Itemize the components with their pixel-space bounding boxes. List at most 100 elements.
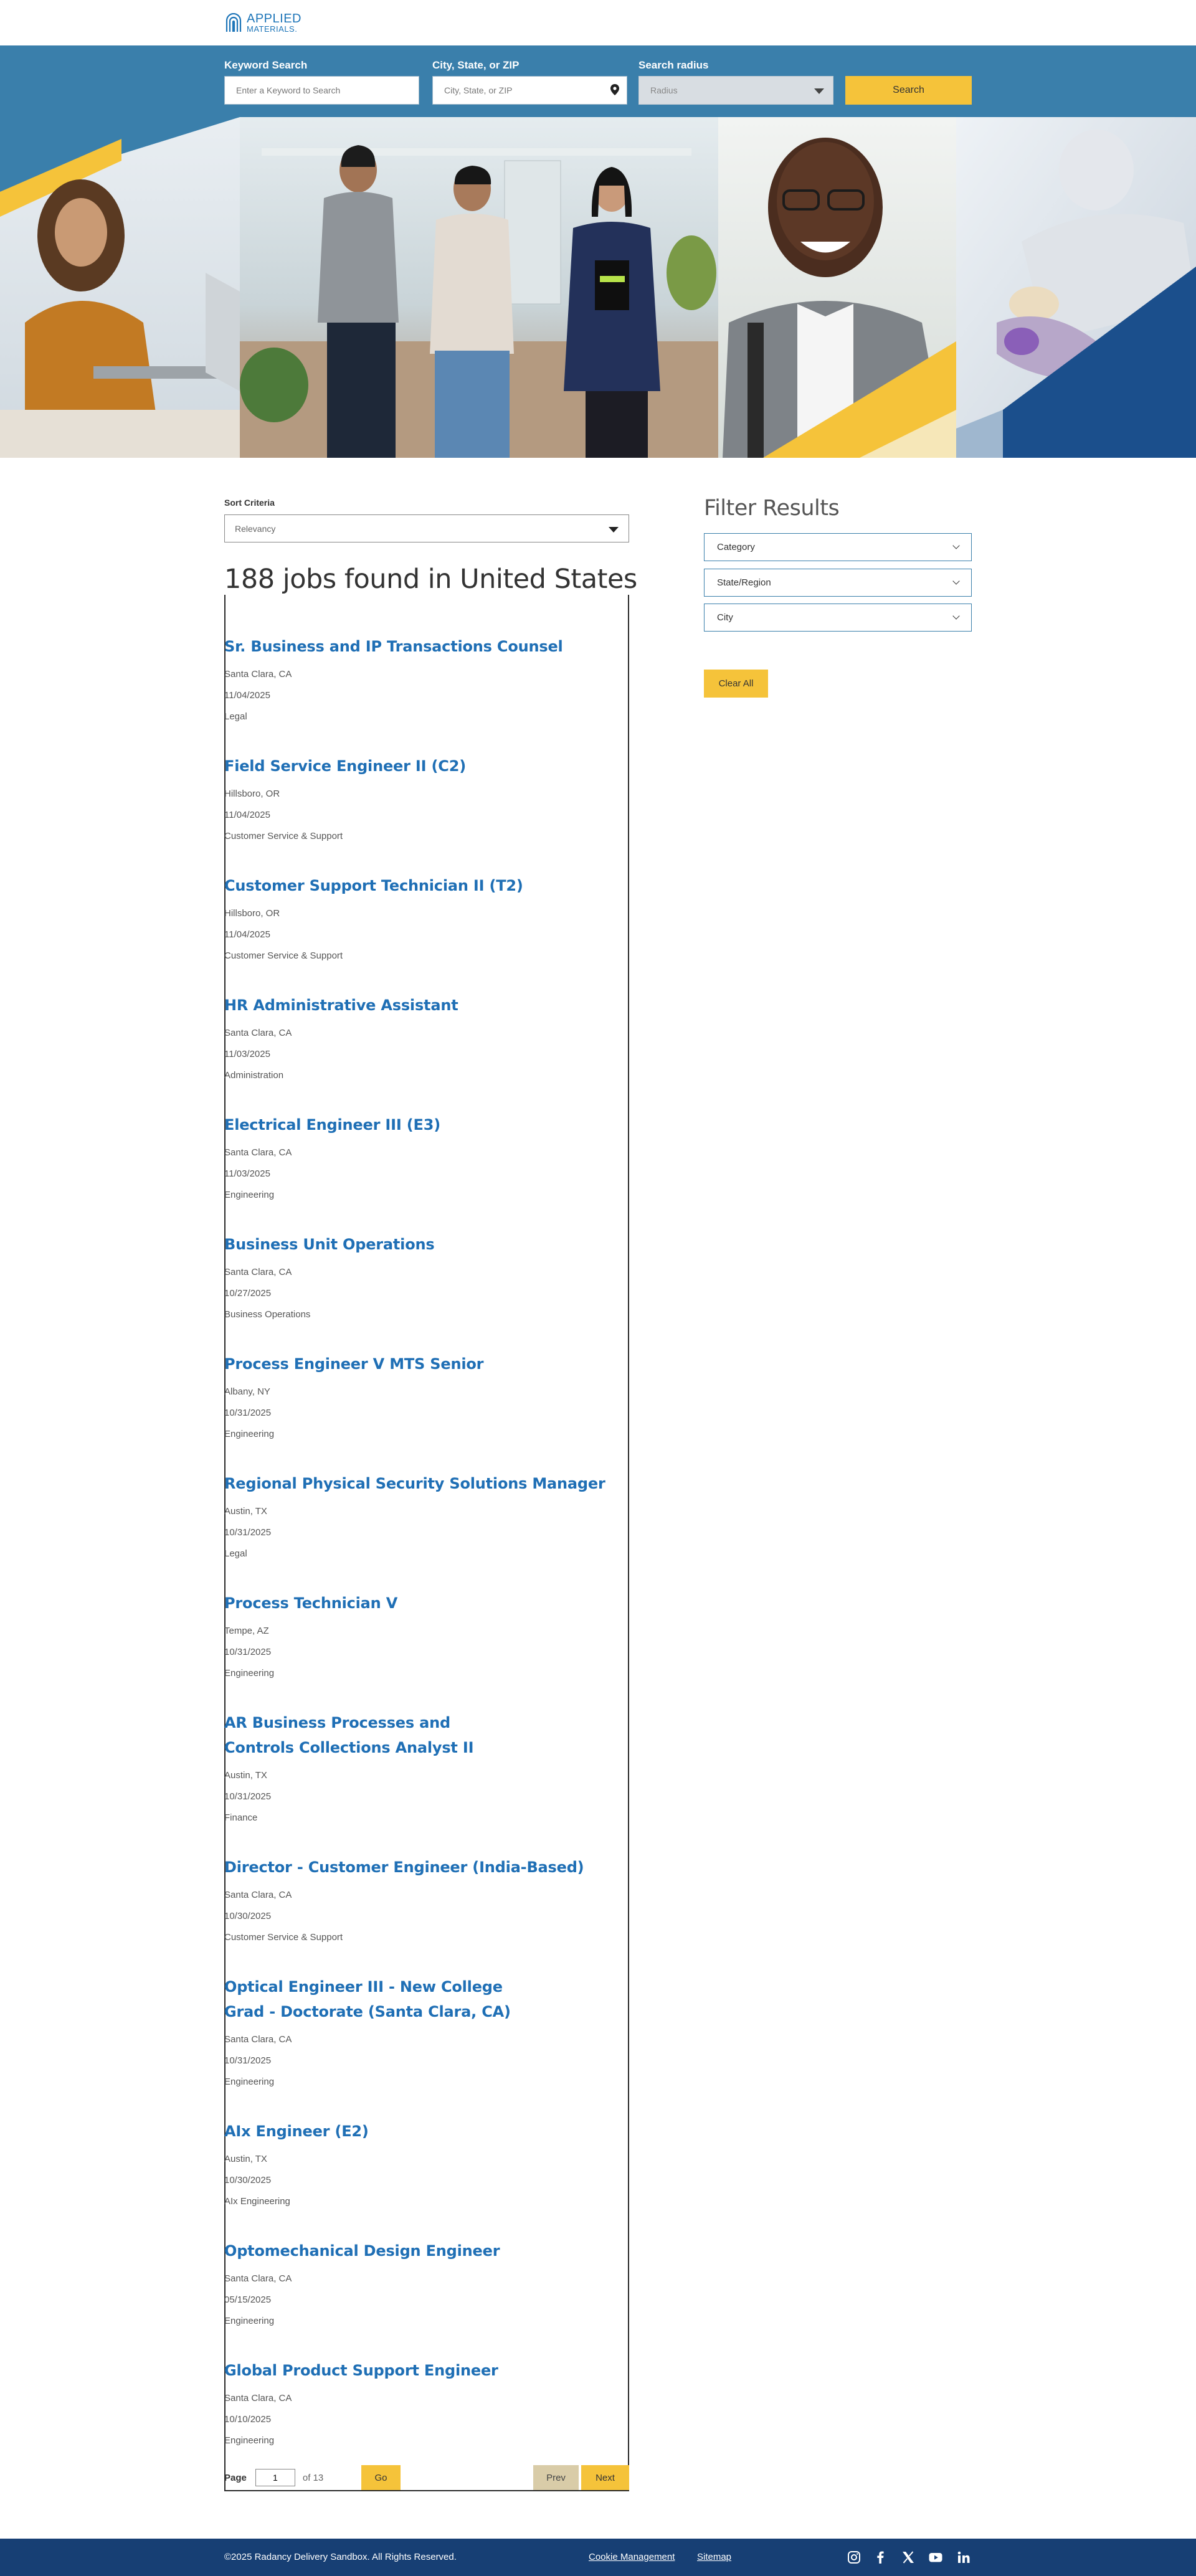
job-date: 10/31/2025 bbox=[224, 1408, 272, 1418]
city-filter-label: City bbox=[717, 612, 733, 623]
job-title-link[interactable]: Director - Customer Engineer (India-Base… bbox=[224, 1855, 623, 1880]
page-count-text: of 13 bbox=[302, 2472, 324, 2483]
clear-all-button[interactable]: Clear All bbox=[704, 670, 768, 698]
results-count-heading: 188 jobs found in United States bbox=[224, 564, 646, 595]
state-region-filter[interactable]: State/Region bbox=[704, 569, 972, 597]
job-category: Engineering bbox=[224, 1668, 275, 1679]
job-location: Santa Clara, CA bbox=[224, 669, 292, 680]
job-title-link[interactable]: Electrical Engineer III (E3) bbox=[224, 1112, 623, 1137]
city-filter[interactable]: City bbox=[704, 604, 972, 632]
job-title-link[interactable]: Regional Physical Security Solutions Man… bbox=[224, 1471, 623, 1496]
job-location: Hillsboro, OR bbox=[224, 788, 280, 799]
job-date: 10/10/2025 bbox=[224, 2414, 272, 2425]
sort-criteria-label: Sort Criteria bbox=[224, 498, 275, 508]
chevron-down-icon bbox=[952, 577, 960, 585]
cookie-management-link[interactable]: Cookie Management bbox=[589, 2552, 675, 2562]
job-location: Santa Clara, CA bbox=[224, 1267, 292, 1277]
logo-line1: APPLIED bbox=[247, 12, 301, 26]
job-date: 10/31/2025 bbox=[224, 2055, 272, 2066]
job-location: Santa Clara, CA bbox=[224, 2034, 292, 2045]
copyright-text: ©2025 Radancy Delivery Sandbox. All Righ… bbox=[224, 2552, 457, 2562]
search-button[interactable]: Search bbox=[845, 76, 972, 105]
next-page-button[interactable]: Next bbox=[581, 2465, 629, 2490]
job-category: Customer Service & Support bbox=[224, 831, 343, 841]
page-label: Page bbox=[224, 2472, 247, 2483]
job-list-item: AR Business Processes and Controls Colle… bbox=[224, 1710, 623, 1829]
job-category: Engineering bbox=[224, 2435, 275, 2446]
job-title-line: Optical Engineer III - New College bbox=[224, 1978, 503, 1996]
job-title-link[interactable]: AIx Engineer (E2) bbox=[224, 2119, 623, 2144]
job-date: 11/04/2025 bbox=[224, 929, 270, 940]
job-date: 11/04/2025 bbox=[224, 690, 270, 701]
job-date: 05/15/2025 bbox=[224, 2294, 272, 2305]
job-date: 10/30/2025 bbox=[224, 2175, 272, 2185]
go-button[interactable]: Go bbox=[361, 2465, 401, 2490]
location-pin-icon[interactable] bbox=[610, 84, 619, 95]
site-footer: ©2025 Radancy Delivery Sandbox. All Righ… bbox=[0, 2539, 1196, 2576]
job-category: Engineering bbox=[224, 2076, 275, 2087]
job-location: Santa Clara, CA bbox=[224, 2393, 292, 2403]
job-location: Santa Clara, CA bbox=[224, 1028, 292, 1038]
sort-criteria-select[interactable]: Relevancy bbox=[224, 514, 629, 542]
site-header: APPLIED MATERIALS. bbox=[0, 0, 1196, 45]
hero-banner bbox=[0, 117, 1196, 458]
location-input[interactable] bbox=[432, 76, 627, 105]
job-location: Santa Clara, CA bbox=[224, 1147, 292, 1158]
job-search-bar: Keyword Search City, State, or ZIP Searc… bbox=[0, 45, 1196, 117]
job-location: Santa Clara, CA bbox=[224, 2273, 292, 2284]
chevron-down-icon bbox=[952, 612, 960, 620]
job-title-link[interactable]: Business Unit Operations bbox=[224, 1232, 623, 1257]
job-list-item: Process Technician V Tempe, AZ 10/31/202… bbox=[224, 1591, 623, 1684]
job-title-link[interactable]: Optical Engineer III - New College Grad … bbox=[224, 1974, 623, 2024]
job-category: Engineering bbox=[224, 1190, 275, 1200]
linkedin-icon[interactable] bbox=[956, 2550, 971, 2565]
job-list-item: AIx Engineer (E2) Austin, TX 10/30/2025 … bbox=[224, 2119, 623, 2212]
logo-text: APPLIED MATERIALS. bbox=[247, 12, 301, 33]
job-title-link[interactable]: Global Product Support Engineer bbox=[224, 2358, 623, 2383]
job-list-item: HR Administrative Assistant Santa Clara,… bbox=[224, 993, 623, 1086]
job-date: 10/31/2025 bbox=[224, 1527, 272, 1538]
applied-materials-logo[interactable]: APPLIED MATERIALS. bbox=[224, 12, 301, 33]
job-list-item: Global Product Support Engineer Santa Cl… bbox=[224, 2358, 623, 2451]
job-category: Legal bbox=[224, 1548, 247, 1559]
job-title-link[interactable]: AR Business Processes and Controls Colle… bbox=[224, 1710, 623, 1760]
job-location: Albany, NY bbox=[224, 1386, 270, 1397]
job-category: Engineering bbox=[224, 1429, 275, 1439]
job-list-item: Process Engineer V MTS Senior Albany, NY… bbox=[224, 1352, 623, 1445]
job-location: Tempe, AZ bbox=[224, 1626, 269, 1636]
search-radius-select[interactable]: Radius bbox=[638, 76, 833, 105]
job-category: AIx Engineering bbox=[224, 2196, 290, 2207]
sitemap-link[interactable]: Sitemap bbox=[697, 2552, 731, 2562]
job-location: Austin, TX bbox=[224, 1506, 267, 1517]
search-radius-value: Radius bbox=[650, 85, 678, 95]
job-date: 10/30/2025 bbox=[224, 1911, 272, 1921]
category-filter-label: Category bbox=[717, 542, 755, 552]
job-title-link[interactable]: Process Engineer V MTS Senior bbox=[224, 1352, 623, 1376]
pagination: Page of 13 Go Prev Next bbox=[224, 2465, 629, 2490]
job-location: Austin, TX bbox=[224, 1770, 267, 1781]
page-number-input[interactable] bbox=[255, 2469, 295, 2486]
job-list-item: Regional Physical Security Solutions Man… bbox=[224, 1471, 623, 1565]
job-title-link[interactable]: Sr. Business and IP Transactions Counsel bbox=[224, 634, 623, 659]
job-title-link[interactable]: HR Administrative Assistant bbox=[224, 993, 623, 1018]
job-title-link[interactable]: Field Service Engineer II (C2) bbox=[224, 754, 623, 779]
keyword-search-input[interactable] bbox=[224, 76, 419, 105]
job-title-link[interactable]: Customer Support Technician II (T2) bbox=[224, 873, 623, 898]
logo-icon bbox=[224, 12, 243, 33]
location-label: City, State, or ZIP bbox=[432, 59, 520, 71]
job-date: 11/03/2025 bbox=[224, 1168, 270, 1179]
instagram-icon[interactable] bbox=[847, 2550, 861, 2565]
job-category: Legal bbox=[224, 711, 247, 722]
keyword-search-label: Keyword Search bbox=[224, 59, 308, 71]
job-list-item: Optical Engineer III - New College Grad … bbox=[224, 1974, 623, 2093]
job-title-link[interactable]: Process Technician V bbox=[224, 1591, 623, 1616]
category-filter[interactable]: Category bbox=[704, 533, 972, 561]
prev-page-button[interactable]: Prev bbox=[533, 2465, 579, 2490]
facebook-icon[interactable] bbox=[873, 2550, 888, 2565]
caret-down-icon bbox=[609, 527, 619, 533]
job-title-link[interactable]: Optomechanical Design Engineer bbox=[224, 2238, 623, 2263]
job-date: 11/04/2025 bbox=[224, 810, 270, 820]
x-icon[interactable] bbox=[901, 2550, 916, 2565]
youtube-icon[interactable] bbox=[928, 2550, 943, 2565]
caret-down-icon bbox=[814, 88, 824, 94]
